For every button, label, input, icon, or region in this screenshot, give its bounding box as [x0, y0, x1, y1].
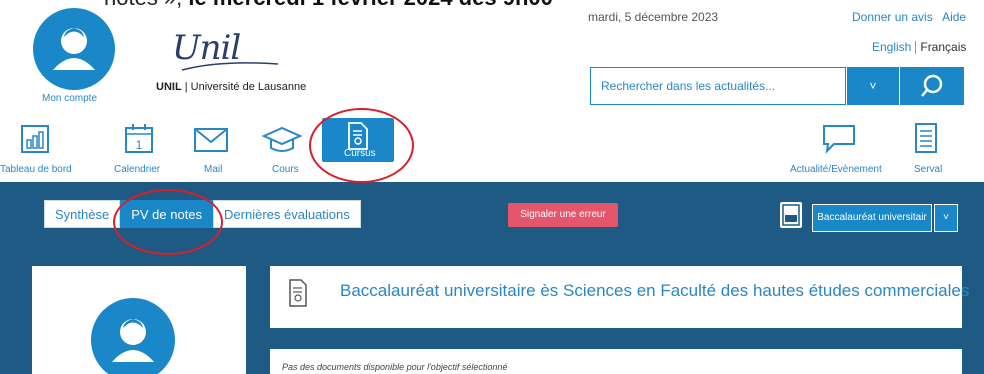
nav-label-calendar: Calendrier — [114, 164, 161, 175]
user-icon — [112, 319, 154, 362]
search-input[interactable]: Rechercher dans les actualités... — [590, 67, 846, 105]
search-scope-dropdown[interactable]: ˅ — [847, 67, 899, 105]
chevron-down-icon: ˅ — [943, 212, 949, 223]
bar-chart-icon — [21, 125, 49, 153]
lang-divider — [915, 41, 917, 55]
report-error-button[interactable]: Signaler une erreur — [508, 203, 618, 227]
logo-swoosh-icon — [181, 62, 279, 71]
nav-label-courses: Cours — [272, 164, 299, 175]
search-icon — [921, 74, 943, 97]
nav-label-news: Actualité/Evènement — [790, 164, 882, 175]
language-switcher: English Français — [872, 40, 966, 55]
no-documents-message: Pas des documents disponible pour l'obje… — [282, 362, 508, 372]
university-name: UNIL | Université de Lausanne — [156, 81, 307, 93]
highlight-ring-pv-tab — [113, 189, 223, 255]
tab-synthese[interactable]: Synthèse — [44, 200, 121, 228]
nav-label-serval: Serval — [914, 164, 943, 175]
current-date: mardi, 5 décembre 2023 — [588, 10, 719, 24]
document-list-icon — [915, 123, 937, 153]
caption-text: notes », le mercredi 1 février 2024 dès … — [104, 0, 553, 11]
lang-english-link[interactable]: English — [872, 40, 911, 54]
highlight-ring-cursus — [309, 108, 414, 183]
lang-french-link[interactable]: Français — [920, 40, 966, 54]
calendar-icon: 1 — [125, 124, 153, 153]
pdf-icon — [782, 204, 800, 226]
account-label[interactable]: Mon compte — [42, 93, 97, 104]
help-link[interactable]: Aide — [942, 10, 966, 24]
certificate-icon — [289, 279, 307, 307]
graduation-cap-icon — [262, 126, 302, 152]
calendar-day: 1 — [136, 138, 143, 152]
nav-label-mail: Mail — [204, 164, 223, 175]
user-icon — [53, 28, 95, 70]
account-avatar[interactable] — [33, 8, 115, 90]
program-title: Baccalauréat universitaire ès Sciences e… — [340, 281, 970, 300]
pdf-export-button[interactable] — [780, 202, 802, 228]
nav-label-dashboard: Tableau de bord — [0, 164, 72, 175]
search-button[interactable] — [900, 67, 964, 105]
mail-icon — [194, 128, 228, 152]
feedback-link[interactable]: Donner un avis — [852, 10, 933, 24]
degree-dropdown-button[interactable]: ˅ — [934, 204, 958, 232]
chevron-down-icon: ˅ — [869, 79, 877, 93]
degree-select[interactable]: Baccalauréat universitair — [812, 204, 932, 232]
tab-dernieres-evaluations[interactable]: Dernières évaluations — [213, 200, 361, 228]
top-links: Donner un avis Aide — [846, 10, 966, 24]
speech-bubble-icon — [823, 125, 855, 154]
profile-avatar — [91, 298, 175, 374]
